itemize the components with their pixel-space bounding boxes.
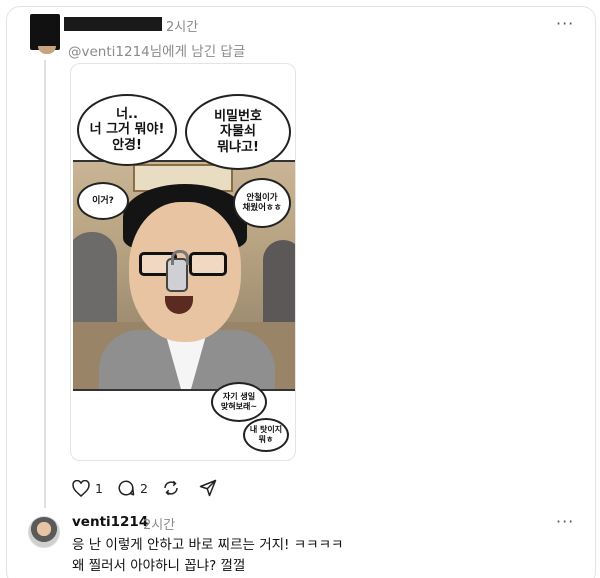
speech-bubble-6: 내 탓이지 뭐ㅎ [243, 418, 289, 452]
heart-icon [72, 479, 90, 497]
post-time: 2시간 [166, 20, 199, 35]
repost-icon [164, 480, 178, 496]
repost-button[interactable] [162, 479, 185, 497]
comment-icon [118, 480, 135, 496]
reply-to-label[interactable]: @venti1214님에게 남긴 답글 [68, 40, 245, 60]
reply-text: 응 난 이렇게 안하고 바로 찌르는 거지! ㅋㅋㅋㅋ 왜 찔러서 아야하니 꼽… [72, 537, 344, 574]
avatar[interactable] [30, 14, 60, 54]
speech-bubble-1: 너.. 너 그거 뭐야! 안경! [77, 94, 177, 166]
speech-bubble-4: 안철이가 채웠어ㅎㅎ [233, 178, 291, 228]
reply-username[interactable]: venti1214 [72, 514, 148, 530]
speech-bubble-2: 비밀번호 자물쇠 뭐냐고! [185, 94, 291, 170]
reply-more-options-icon[interactable]: ··· [556, 512, 574, 531]
thread-connector-line [44, 60, 46, 508]
reply-time: 2시간 [143, 518, 176, 533]
redacted-username [64, 17, 162, 31]
glasses-right-lens [189, 252, 227, 276]
like-count: 1 [95, 480, 103, 496]
reply-avatar[interactable] [28, 516, 60, 548]
combination-lock [166, 250, 189, 292]
media-image-card[interactable]: 너.. 너 그거 뭐야! 안경! 비밀번호 자물쇠 뭐냐고! 이거? 안철이가 … [70, 63, 296, 461]
more-options-icon[interactable]: ··· [556, 14, 574, 33]
speech-bubble-5: 자기 생일 맞혀보래~ [211, 382, 267, 422]
comment-count: 2 [139, 480, 148, 496]
share-button[interactable] [199, 479, 222, 497]
speech-bubble-3: 이거? [77, 182, 129, 220]
post-actions: 1 2 [72, 478, 236, 498]
like-button[interactable]: 1 [72, 479, 103, 497]
comment-button[interactable]: 2 [117, 479, 148, 497]
send-icon [199, 479, 217, 497]
background-student-right [263, 240, 295, 330]
